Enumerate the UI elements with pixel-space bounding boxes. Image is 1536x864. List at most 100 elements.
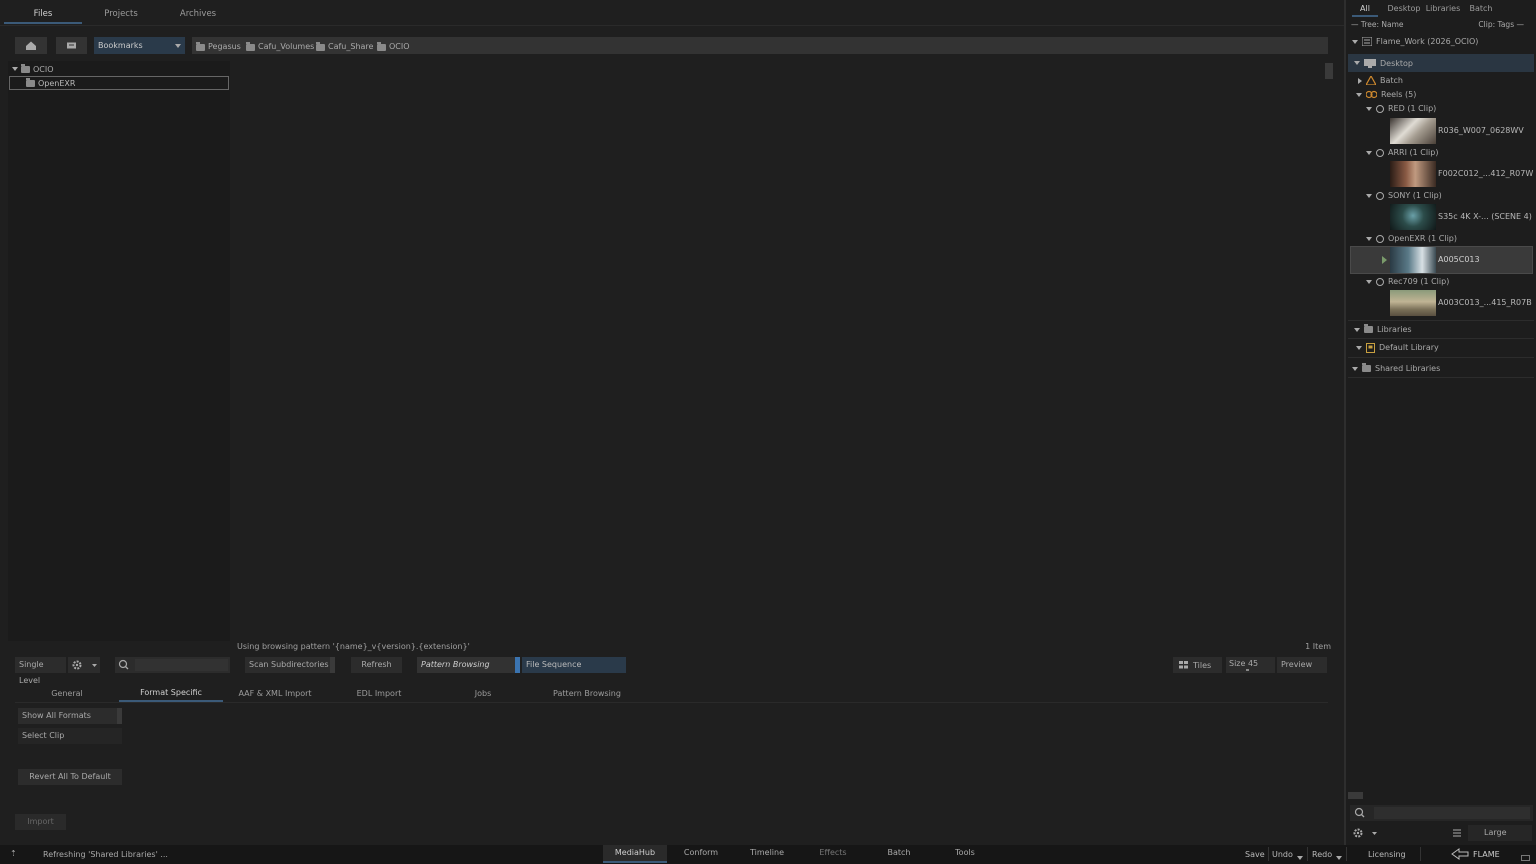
media-search-input[interactable] <box>1374 807 1530 819</box>
reel-group-label: Rec709 (1 Clip) <box>1388 277 1450 286</box>
reel-group-label: SONY (1 Clip) <box>1388 191 1442 200</box>
play-icon[interactable] <box>1382 256 1387 264</box>
reels-row[interactable]: Reels (5) <box>1348 87 1534 102</box>
licensing-button[interactable]: Licensing <box>1368 850 1406 859</box>
reel-group-red[interactable]: RED (1 Clip) <box>1348 101 1534 116</box>
folder-icon <box>26 77 35 87</box>
upload-icon[interactable]: ⇡ <box>10 849 17 858</box>
clip-thumbnail[interactable] <box>1390 161 1436 187</box>
libraries-row[interactable]: Libraries <box>1348 322 1534 337</box>
home-button[interactable] <box>15 37 47 54</box>
reel-group-openexr[interactable]: OpenEXR (1 Clip) <box>1348 231 1534 246</box>
tab-timeline[interactable]: Timeline <box>735 845 799 863</box>
shared-libraries-row[interactable]: Shared Libraries <box>1348 361 1534 376</box>
reel-group-rec709[interactable]: Rec709 (1 Clip) <box>1348 274 1534 289</box>
clip-name: R036_W007_0628WV <box>1438 126 1524 135</box>
divider <box>1348 357 1534 358</box>
search-field[interactable] <box>115 657 230 673</box>
file-sequence-dropdown[interactable]: File Sequence <box>522 657 626 673</box>
show-all-formats-toggle[interactable]: Show All Formats <box>18 708 122 724</box>
pattern-status-text: Using browsing pattern '{name}_v{version… <box>237 642 470 651</box>
tree-sort-label[interactable]: — Tree: Name <box>1351 20 1404 29</box>
tab-projects[interactable]: Projects <box>82 4 160 24</box>
tab-archives[interactable]: Archives <box>160 4 236 24</box>
bookmarks-label: Bookmarks <box>98 41 143 50</box>
reel-group-arri[interactable]: ARRI (1 Clip) <box>1348 145 1534 160</box>
scrollbar[interactable] <box>1325 63 1333 79</box>
reels-label: Reels (5) <box>1381 90 1417 99</box>
tab-edl-import[interactable]: EDL Import <box>327 686 431 702</box>
tab-conform[interactable]: Conform <box>669 845 733 863</box>
tab-format-specific[interactable]: Format Specific <box>119 686 223 702</box>
drive-button[interactable] <box>56 37 87 54</box>
clip-thumbnail[interactable] <box>1390 204 1436 230</box>
scan-subdirectories-button[interactable]: Scan Subdirectories <box>245 657 335 673</box>
default-library-row[interactable]: Default Library <box>1348 340 1534 355</box>
horizontal-scrollbar[interactable] <box>1348 792 1363 799</box>
batch-icon <box>1366 76 1376 85</box>
breadcrumb-label: Cafu_Share <box>328 42 374 51</box>
desktop-row[interactable]: Desktop <box>1348 54 1534 72</box>
list-view-button[interactable] <box>1448 825 1466 841</box>
chevron-down-icon <box>1366 150 1372 155</box>
tree-item-openexr[interactable]: OpenEXR <box>9 76 229 90</box>
reel-group-sony[interactable]: SONY (1 Clip) <box>1348 188 1534 203</box>
undo-dropdown[interactable] <box>1297 853 1303 862</box>
media-tab-batch[interactable]: Batch <box>1466 0 1496 17</box>
import-button[interactable]: Import <box>15 814 66 830</box>
settings-dropdown[interactable] <box>68 657 100 673</box>
clip-thumbnail[interactable] <box>1390 118 1436 144</box>
tab-mediahub[interactable]: MediaHub <box>603 845 667 863</box>
tab-tools[interactable]: Tools <box>933 845 997 863</box>
keyboard-icon[interactable] <box>1521 855 1530 861</box>
tree-item-ocio[interactable]: OCIO <box>12 63 54 75</box>
revert-all-to-default-button[interactable]: Revert All To Default <box>18 769 122 785</box>
preview-button[interactable]: Preview <box>1277 657 1327 673</box>
media-tab-desktop[interactable]: Desktop <box>1386 0 1422 17</box>
media-tab-all[interactable]: All <box>1352 0 1378 17</box>
slider-handle[interactable] <box>1246 669 1249 671</box>
clip-thumbnail[interactable] <box>1390 290 1436 316</box>
bookmarks-dropdown[interactable]: Bookmarks <box>94 37 185 54</box>
folder-icon <box>1362 363 1371 372</box>
batch-row[interactable]: Batch <box>1348 73 1534 88</box>
chevron-down-icon <box>1336 856 1342 860</box>
view-size-dropdown[interactable]: Large <box>1468 825 1532 841</box>
single-level-button[interactable]: Single Level <box>15 657 66 685</box>
breadcrumb-item-cafu-share[interactable]: Cafu_Share <box>316 41 373 53</box>
tab-general[interactable]: General <box>15 686 119 702</box>
pattern-browsing-button[interactable]: Pattern Browsing <box>417 657 520 673</box>
breadcrumb-item-pegasus[interactable]: Pegasus <box>196 41 241 53</box>
select-clip-button[interactable]: Select Clip <box>18 728 122 744</box>
clip-sort-label[interactable]: Clip: Tags — <box>1470 20 1524 29</box>
chevron-down-icon <box>1366 279 1372 284</box>
tab-jobs[interactable]: Jobs <box>431 686 535 702</box>
divider <box>1307 847 1308 861</box>
chevron-down-icon <box>1297 856 1303 860</box>
breadcrumb-item-ocio[interactable]: OCIO <box>377 41 410 53</box>
media-search-field[interactable] <box>1350 805 1533 821</box>
workspace-row[interactable]: Flame_Work (2026_OCIO) <box>1348 34 1534 49</box>
tab-files[interactable]: Files <box>4 4 82 24</box>
tab-aaf-xml-import[interactable]: AAF & XML Import <box>223 686 327 702</box>
refresh-button[interactable]: Refresh <box>351 657 402 673</box>
clip-thumbnail[interactable] <box>1390 247 1436 273</box>
tree-label: OCIO <box>33 64 54 74</box>
save-button[interactable]: Save <box>1245 850 1265 859</box>
breadcrumb-item-cafu-volumes[interactable]: Cafu_Volumes <box>246 41 314 53</box>
divider <box>1348 338 1534 339</box>
redo-dropdown[interactable] <box>1336 853 1342 862</box>
tiles-button[interactable]: Tiles <box>1173 657 1222 673</box>
breadcrumb-label: Pegasus <box>208 42 241 51</box>
tab-effects[interactable]: Effects <box>801 845 865 863</box>
media-settings-dropdown[interactable] <box>1350 825 1382 841</box>
search-input[interactable] <box>135 659 228 671</box>
desktop-icon <box>1364 58 1376 68</box>
folder-icon <box>246 41 255 51</box>
undo-button[interactable]: Undo <box>1272 850 1293 859</box>
tab-pattern-browsing[interactable]: Pattern Browsing <box>535 686 639 702</box>
media-tab-libraries[interactable]: Libraries <box>1424 0 1462 17</box>
tab-batch[interactable]: Batch <box>867 845 931 863</box>
redo-button[interactable]: Redo <box>1312 850 1332 859</box>
size-slider[interactable]: Size 45 <box>1226 657 1275 673</box>
